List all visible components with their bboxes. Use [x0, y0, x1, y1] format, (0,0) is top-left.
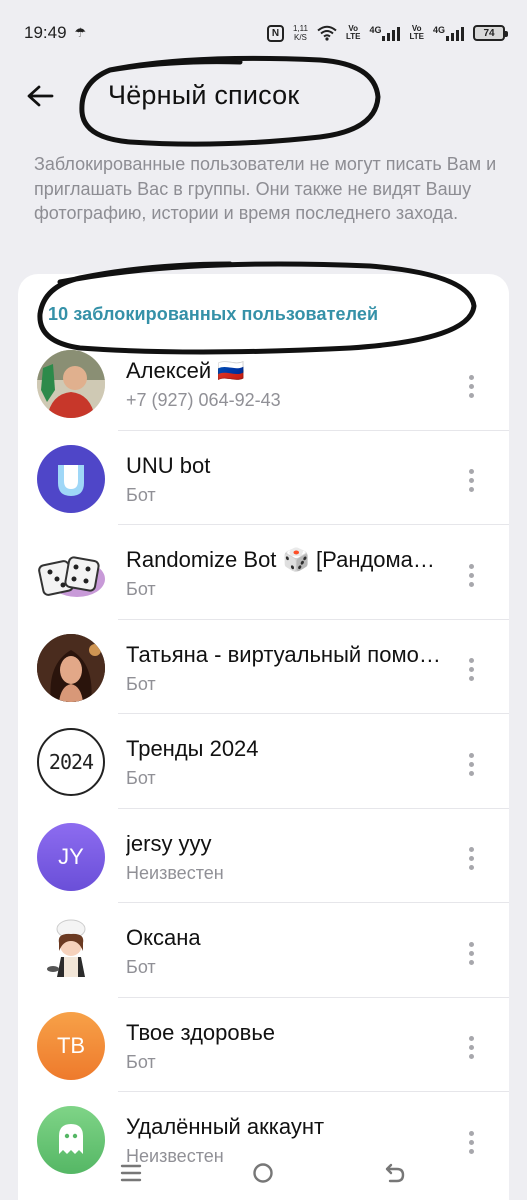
list-item[interactable]: Оксана Бот — [18, 903, 509, 998]
back-gesture-icon — [385, 1163, 405, 1183]
avatar-initials: JY — [58, 843, 84, 869]
blocked-users-list: Алексей 🇷🇺 +7 (927) 064-92-43 UNU bot Бо… — [18, 336, 509, 1187]
user-name: Удалённый аккаунт — [126, 1114, 325, 1139]
list-item[interactable]: 2024 Тренды 2024 Бот — [18, 714, 509, 809]
sim1-volte: Vo LTE — [346, 25, 361, 41]
header: Чёрный список — [0, 66, 527, 126]
wifi-icon — [317, 25, 337, 41]
more-options-button[interactable] — [459, 368, 483, 404]
battery-icon: 74 — [473, 25, 508, 41]
sim2-volte: Vo LTE — [409, 25, 424, 41]
blocked-count-label: 10 заблокированных пользователей — [48, 304, 379, 324]
avatar — [37, 444, 105, 513]
more-options-button[interactable] — [459, 557, 483, 593]
list-item[interactable]: Randomize Bot 🎲 [Рандомайзер] Бот — [18, 525, 509, 620]
user-status: Бот — [126, 579, 156, 599]
umbrella-icon: ☂ — [74, 25, 87, 40]
avatar — [37, 917, 105, 985]
back-button[interactable] — [22, 78, 58, 114]
user-photo-icon — [37, 633, 105, 702]
signal-icon — [382, 25, 401, 41]
chef-icon — [47, 919, 86, 977]
user-status: Бот — [126, 484, 156, 505]
user-name: Оксана — [126, 925, 201, 950]
more-options-button[interactable] — [459, 841, 483, 877]
network-speed-value: 1,11 — [292, 24, 308, 33]
user-status: Бот — [126, 1051, 156, 1072]
network-speed: 1,11 K/S — [293, 24, 308, 42]
list-item[interactable]: ТВ Твое здоровье Бот — [18, 998, 509, 1092]
user-name: Татьяна - виртуальный помощник — [126, 641, 446, 667]
user-status: Неизвестен — [126, 862, 224, 883]
list-item[interactable]: Алексей 🇷🇺 +7 (927) 064-92-43 — [18, 336, 509, 431]
user-status: +7 (927) 064-92-43 — [126, 390, 281, 410]
list-item[interactable]: UNU bot Бот — [18, 431, 509, 525]
user-name: Тренды 2024 — [126, 736, 259, 761]
sim2-signal: 4G — [433, 25, 464, 41]
avatar — [37, 633, 105, 702]
network-speed-unit: K/S — [293, 33, 307, 42]
user-name: Твое здоровье — [126, 1019, 276, 1045]
avatar-text: 2024 — [48, 750, 94, 774]
dice-icon — [38, 556, 105, 597]
blacklist-description: Заблокированные пользователи не могут пи… — [34, 154, 497, 223]
more-options-button[interactable] — [459, 935, 483, 971]
nfc-icon: N — [266, 24, 284, 42]
unu-logo-icon — [58, 464, 84, 496]
avatar: JY — [37, 822, 105, 891]
menu-icon — [120, 1164, 142, 1182]
sim2-network-type: 4G — [432, 25, 445, 35]
avatar-initials: ТВ — [56, 1032, 86, 1058]
list-item[interactable]: Татьяна - виртуальный помощник Бот — [18, 620, 509, 714]
arrow-left-icon — [27, 85, 54, 107]
user-status: Бот — [126, 673, 156, 694]
status-icons: N 1,11 K/S Vo LTE 4G Vo LTE 4G 74 — [266, 24, 508, 42]
page-title: Чёрный список — [108, 80, 300, 110]
sim1-volte-bottom: LTE — [345, 32, 361, 41]
home-button[interactable] — [248, 1158, 278, 1188]
avatar — [37, 350, 105, 418]
avatar — [37, 539, 105, 607]
more-options-button[interactable] — [459, 746, 483, 782]
signal-icon — [446, 25, 464, 41]
more-options-button[interactable] — [459, 1030, 483, 1066]
sim1-signal: 4G — [369, 25, 401, 41]
sim2-volte-bottom: LTE — [409, 32, 424, 41]
user-status: Бот — [126, 768, 156, 788]
user-name: Алексей 🇷🇺 — [126, 358, 245, 383]
blocked-users-card: 10 заблокированных пользователей Алексей… — [18, 274, 509, 1200]
user-status: Бот — [126, 957, 156, 977]
list-item[interactable]: JY jersy yyy Неизвестен — [18, 809, 509, 903]
status-bar: 19:49 ☂ N 1,11 K/S Vo LTE 4G Vo LTE 4G 7… — [0, 0, 527, 66]
more-options-button[interactable] — [459, 652, 483, 688]
more-options-button[interactable] — [459, 463, 483, 499]
user-name: Randomize Bot 🎲 [Рандомайзер] — [126, 547, 446, 572]
recent-apps-button[interactable] — [116, 1158, 146, 1188]
home-circle-icon — [253, 1163, 273, 1183]
avatar: 2024 — [37, 728, 105, 796]
status-time: 19:49 — [24, 23, 67, 42]
system-nav-bar — [0, 1146, 527, 1200]
system-back-button[interactable] — [380, 1158, 410, 1188]
user-photo-icon — [37, 350, 105, 418]
battery-level: 74 — [483, 27, 495, 39]
sim1-network-type: 4G — [369, 25, 382, 35]
user-name: jersy yyy — [126, 830, 212, 856]
avatar: ТВ — [37, 1011, 105, 1080]
user-name: UNU bot — [126, 452, 211, 478]
